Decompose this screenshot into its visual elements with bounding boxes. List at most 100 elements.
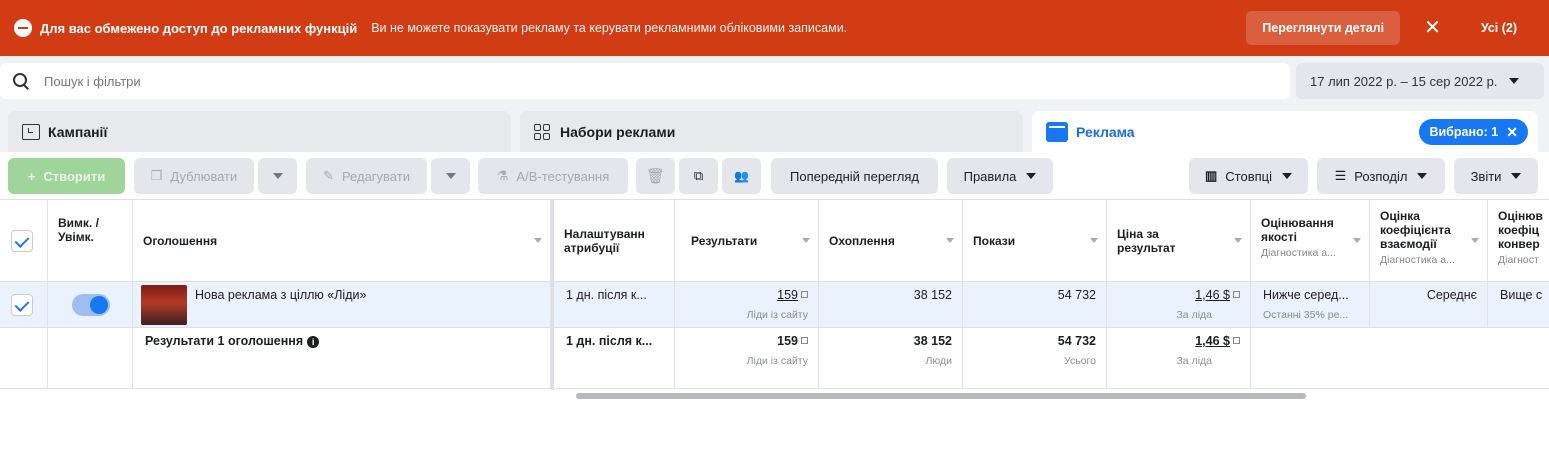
select-all-checkbox[interactable] bbox=[11, 229, 33, 252]
row-ad-cell[interactable]: Нова реклама з ціллю «Ліди» bbox=[133, 282, 551, 327]
rules-button[interactable]: Правила bbox=[947, 158, 1053, 194]
row-checkbox[interactable] bbox=[11, 293, 33, 316]
edit-label: Редагувати bbox=[341, 168, 410, 184]
row-toggle-cell[interactable] bbox=[48, 282, 133, 327]
sort-icon[interactable] bbox=[946, 238, 954, 243]
reports-button[interactable]: Звіти bbox=[1454, 158, 1538, 194]
preview-label: Попередній перегляд bbox=[790, 168, 919, 184]
ads-table: Вимк. / Увімк. Оголошення Налаштуванн ат… bbox=[0, 199, 1549, 456]
impressions-value: 54 732 bbox=[1057, 288, 1096, 302]
ab-test-button[interactable]: ⚗ A/B-тестування bbox=[478, 158, 628, 194]
tab-campaigns[interactable]: Кампанії bbox=[8, 111, 511, 153]
info-icon[interactable]: i bbox=[307, 336, 320, 348]
duplicate-label: Дублювати bbox=[170, 168, 238, 184]
results-value[interactable]: 159 bbox=[777, 288, 798, 302]
header-attribution-label: Налаштуванн атрибуції bbox=[564, 226, 645, 255]
engagement-value: Середнє bbox=[1426, 288, 1477, 302]
columns-button[interactable]: ▥ Стовпці bbox=[1189, 158, 1308, 194]
duplicate-icon: ❐ bbox=[150, 168, 163, 183]
duplicate-button[interactable]: ❐ Дублювати bbox=[134, 158, 254, 194]
summary-results-sub: Ліди із сайту bbox=[746, 355, 808, 367]
breakdown-icon: ☰ bbox=[1334, 168, 1347, 183]
header-cost-label: Ціна за результат bbox=[1117, 226, 1176, 255]
columns-icon: ▥ bbox=[1204, 168, 1218, 183]
ad-toggle[interactable] bbox=[72, 294, 110, 316]
duplicate-dropdown-button[interactable] bbox=[258, 158, 297, 194]
header-results[interactable]: Результати bbox=[675, 200, 819, 281]
all-notifications-link[interactable]: Усі (2) bbox=[1481, 21, 1517, 35]
header-ad-label: Оголошення bbox=[143, 233, 218, 248]
selected-count-badge[interactable]: Вибрано: 1 ✕ bbox=[1419, 119, 1528, 145]
header-reach[interactable]: Охоплення bbox=[819, 200, 963, 281]
sort-icon[interactable] bbox=[1234, 238, 1242, 243]
summary-impressions: 54 732 bbox=[1057, 334, 1096, 348]
header-results-label: Результати bbox=[691, 233, 758, 248]
sort-icon[interactable] bbox=[1471, 238, 1479, 243]
tag-button[interactable]: ⧉ bbox=[679, 158, 718, 194]
search-input[interactable]: Пошук і фільтри bbox=[0, 63, 1290, 99]
info-icon bbox=[1233, 337, 1240, 344]
sort-icon[interactable] bbox=[1090, 238, 1098, 243]
header-cost-per-result[interactable]: Ціна за результат bbox=[1107, 200, 1251, 281]
quality-sub: Останні 35% ре... bbox=[1263, 309, 1349, 321]
table-header: Вимк. / Увімк. Оголошення Налаштуванн ат… bbox=[0, 200, 1549, 282]
header-impressions[interactable]: Покази bbox=[963, 200, 1107, 281]
horizontal-scrollbar[interactable] bbox=[576, 393, 1306, 399]
row-reach-cell: 38 152 bbox=[819, 282, 963, 327]
create-button[interactable]: + Створити bbox=[8, 158, 125, 194]
breakdown-button[interactable]: ☰ Розподіл bbox=[1317, 158, 1445, 194]
header-reach-label: Охоплення bbox=[829, 233, 895, 248]
sort-icon[interactable] bbox=[1353, 238, 1361, 243]
create-label: Створити bbox=[43, 168, 106, 184]
summary-reach-sub: Люди bbox=[925, 355, 952, 367]
chevron-down-icon bbox=[445, 173, 456, 179]
summary-cost-wrap: 1,46 $ bbox=[1195, 334, 1240, 348]
select-all-cell[interactable] bbox=[0, 200, 48, 281]
results-sub: Ліди із сайту bbox=[746, 309, 808, 321]
close-icon[interactable]: ✕ bbox=[1424, 18, 1441, 38]
header-attribution[interactable]: Налаштуванн атрибуції bbox=[554, 200, 675, 281]
ad-name-link[interactable]: Нова реклама з ціллю «Ліди» bbox=[195, 288, 366, 302]
column-freeze-divider[interactable] bbox=[551, 200, 554, 390]
summary-label: Результати 1 оголошення bbox=[145, 334, 304, 348]
header-conversion[interactable]: Оцінюв коефіц конвер Діагност bbox=[1488, 200, 1549, 281]
row-results-cell: 159 Ліди із сайту bbox=[675, 282, 819, 327]
tab-ads[interactable]: Реклама Вибрано: 1 ✕ bbox=[1032, 111, 1538, 153]
preview-button[interactable]: Попередній перегляд bbox=[771, 158, 938, 194]
view-details-button[interactable]: Переглянути деталі bbox=[1246, 11, 1401, 45]
edit-button[interactable]: ✎ Редагувати bbox=[306, 158, 427, 194]
delete-button[interactable]: 🗑 bbox=[636, 158, 675, 194]
clear-selection-icon[interactable]: ✕ bbox=[1506, 124, 1518, 141]
summary-attribution: 1 дн. після к... bbox=[566, 334, 653, 348]
table-row[interactable]: Нова реклама з ціллю «Ліди» 1 дн. після … bbox=[0, 282, 1549, 328]
tab-ad-sets[interactable]: Набори реклами bbox=[520, 111, 1023, 153]
audience-button[interactable]: 👥 bbox=[722, 158, 761, 194]
sort-icon[interactable] bbox=[534, 238, 542, 243]
restriction-icon bbox=[14, 19, 32, 37]
header-engagement[interactable]: Оцінка коефіцієнта взаємодії Діагностика… bbox=[1370, 200, 1488, 281]
header-toggle: Вимк. / Увімк. bbox=[48, 200, 133, 281]
chevron-down-icon bbox=[272, 173, 283, 179]
header-impressions-label: Покази bbox=[973, 233, 1016, 248]
row-select-cell[interactable] bbox=[0, 282, 48, 327]
sort-icon[interactable] bbox=[802, 238, 810, 243]
breakdown-label: Розподіл bbox=[1354, 168, 1408, 184]
edit-dropdown-button[interactable] bbox=[431, 158, 470, 194]
row-cost-cell: 1,46 $ За ліда bbox=[1107, 282, 1251, 327]
summary-reach: 38 152 bbox=[913, 334, 952, 348]
header-ad-name[interactable]: Оголошення bbox=[133, 200, 551, 281]
date-range-label: 17 лип 2022 р. – 15 сер 2022 р. bbox=[1310, 73, 1498, 89]
header-quality[interactable]: Оцінювання якості Діагностика а... bbox=[1251, 200, 1370, 281]
chevron-down-icon bbox=[1511, 173, 1522, 179]
cost-value[interactable]: 1,46 $ bbox=[1195, 288, 1230, 302]
header-quality-label: Оцінювання якості bbox=[1261, 216, 1334, 244]
banner-title: Для вас обмежено доступ до рекламних фун… bbox=[40, 20, 358, 36]
date-range-picker[interactable]: 17 лип 2022 р. – 15 сер 2022 р. bbox=[1296, 63, 1544, 99]
tab-ad-sets-label: Набори реклами bbox=[560, 124, 676, 140]
row-impressions-cell: 54 732 bbox=[963, 282, 1107, 327]
ab-test-label: A/B-тестування bbox=[516, 168, 610, 184]
summary-impressions-cell: 54 732 Усього bbox=[963, 328, 1107, 388]
row-engagement-cell: Середнє bbox=[1370, 282, 1488, 327]
row-conversion-cell: Вище с bbox=[1488, 282, 1549, 327]
ad-icon bbox=[1046, 122, 1068, 142]
